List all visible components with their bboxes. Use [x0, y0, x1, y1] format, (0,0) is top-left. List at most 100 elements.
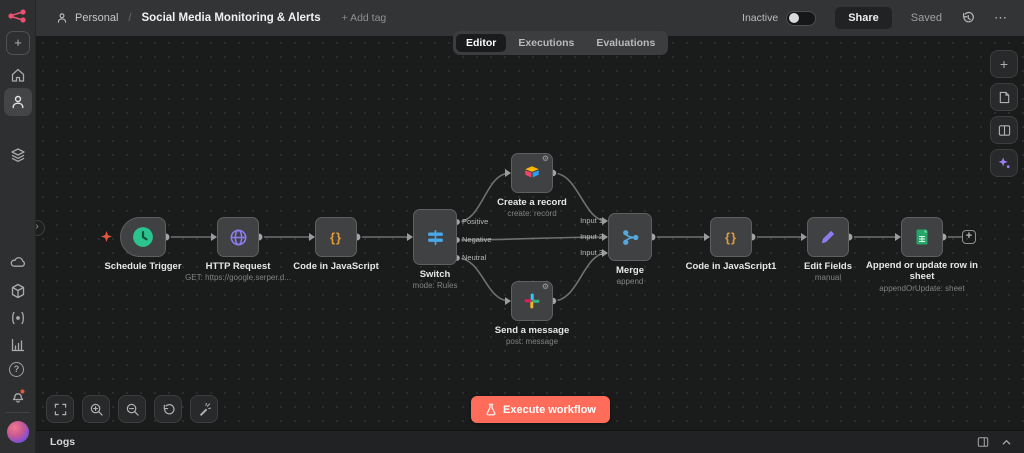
workflow-title[interactable]: Social Media Monitoring & Alerts [141, 12, 320, 24]
switch-output-positive: Positive [462, 217, 488, 226]
globe-icon [229, 228, 248, 247]
package-icon[interactable] [10, 283, 26, 299]
user-avatar[interactable] [7, 421, 29, 443]
view-tabs: Editor Executions Evaluations [453, 31, 668, 55]
zoom-in-button[interactable] [82, 395, 110, 423]
trigger-bolt-icon [101, 231, 112, 242]
fit-view-button[interactable] [46, 395, 74, 423]
node-label: Switch [420, 269, 451, 280]
open-nodes-panel-button[interactable]: + [990, 50, 1018, 78]
add-tag-button[interactable]: + Add tag [342, 12, 387, 24]
merge-input-1: Input 1 [580, 216, 603, 225]
node-label: Schedule Trigger [104, 261, 181, 272]
node-label: Append or update row in sheet [856, 261, 988, 283]
node-append-sheet[interactable] [901, 217, 943, 257]
gear-icon: ⚙ [542, 282, 549, 292]
app-sidebar: + ? [0, 0, 36, 453]
more-menu-button[interactable]: ⋯ [994, 10, 1008, 26]
note-icon [998, 91, 1011, 104]
clock-icon [132, 226, 154, 248]
node-label: Code in JavaScript [293, 261, 379, 272]
slack-icon [523, 292, 541, 310]
open-panel-icon[interactable] [977, 436, 989, 448]
airtable-icon [523, 164, 541, 182]
sticky-note-button[interactable] [990, 83, 1018, 111]
node-sublabel: GET: https://google.serper.d... [185, 273, 291, 282]
toggle-panel-button[interactable] [990, 116, 1018, 144]
pencil-icon [819, 228, 837, 246]
help-icon[interactable]: ? [9, 362, 24, 377]
plus-icon: + [1000, 56, 1008, 72]
node-code-in-javascript[interactable]: {} [315, 217, 357, 257]
activation-status: Inactive [742, 11, 816, 26]
breadcrumb-workspace[interactable]: Personal [75, 12, 118, 24]
node-schedule-trigger[interactable] [120, 217, 166, 257]
share-button[interactable]: Share [835, 7, 892, 29]
code-braces-icon: {} [330, 230, 342, 245]
n8n-logo [7, 8, 29, 24]
workflow-canvas[interactable] [36, 36, 1024, 430]
add-node-button[interactable]: + [962, 230, 976, 244]
tab-evaluations[interactable]: Evaluations [586, 34, 665, 52]
merge-input-2: Input 2 [580, 232, 603, 241]
active-toggle[interactable] [786, 11, 816, 26]
insights-chart-icon[interactable] [10, 337, 26, 353]
node-merge[interactable] [608, 213, 652, 261]
tab-executions[interactable]: Executions [508, 34, 584, 52]
code-braces-icon: {} [725, 230, 737, 245]
tidy-wand-icon [198, 403, 211, 416]
tidy-up-button[interactable] [190, 395, 218, 423]
fit-view-icon [54, 403, 67, 416]
cloud-icon[interactable] [10, 254, 26, 270]
tab-editor[interactable]: Editor [456, 34, 506, 52]
zoom-out-button[interactable] [118, 395, 146, 423]
node-sublabel: create: record [507, 209, 556, 218]
node-sublabel: post: message [506, 337, 558, 346]
chevron-up-icon[interactable] [1001, 437, 1012, 448]
switch-output-negative: Negative [462, 235, 492, 244]
execute-workflow-label: Execute workflow [503, 404, 596, 416]
zoom-in-icon [90, 403, 103, 416]
help-glyph: ? [14, 364, 20, 374]
logs-panel-header[interactable]: Logs [36, 430, 1024, 453]
node-label: Send a message [495, 325, 569, 336]
breadcrumb-separator: / [128, 12, 131, 24]
split-panel-icon [998, 124, 1011, 137]
node-sublabel: manual [815, 273, 841, 282]
plus-icon: + [14, 35, 22, 50]
google-sheets-icon [913, 228, 931, 246]
add-workflow-button[interactable]: + [6, 31, 30, 55]
person-icon [10, 94, 26, 110]
person-icon [56, 12, 68, 24]
gear-icon: ⚙ [542, 154, 549, 164]
ai-assistant-button[interactable] [990, 149, 1018, 177]
node-http-request[interactable] [217, 217, 259, 257]
notifications-bell-icon[interactable] [10, 388, 26, 404]
saved-status[interactable]: Saved [911, 12, 942, 24]
variables-icon[interactable] [10, 310, 26, 326]
node-edit-fields[interactable] [807, 217, 849, 257]
flask-icon [485, 403, 497, 416]
node-code-in-javascript1[interactable]: {} [710, 217, 752, 257]
zoom-out-icon [126, 403, 139, 416]
node-label: Edit Fields [804, 261, 852, 272]
history-icon [961, 11, 975, 25]
sparkle-icon [997, 156, 1011, 170]
execute-workflow-button[interactable]: Execute workflow [471, 396, 610, 423]
layers-icon[interactable] [10, 147, 26, 163]
history-button[interactable] [961, 11, 975, 25]
merge-input-3: Input 3 [580, 248, 603, 257]
breadcrumb: Personal / Social Media Monitoring & Ale… [56, 12, 386, 24]
node-label: Code in JavaScript1 [686, 261, 777, 272]
sidebar-item-personal[interactable] [4, 88, 32, 116]
node-send-a-message[interactable]: ⚙ [511, 281, 553, 321]
node-create-a-record[interactable]: ⚙ [511, 153, 553, 193]
home-icon[interactable] [10, 67, 26, 83]
undo-button[interactable] [154, 395, 182, 423]
switch-output-neutral: Neutral [462, 253, 486, 262]
node-label: HTTP Request [206, 261, 271, 272]
toggle-knob [789, 13, 799, 23]
undo-icon [162, 403, 175, 416]
node-switch[interactable] [413, 209, 457, 265]
merge-icon [621, 228, 640, 247]
